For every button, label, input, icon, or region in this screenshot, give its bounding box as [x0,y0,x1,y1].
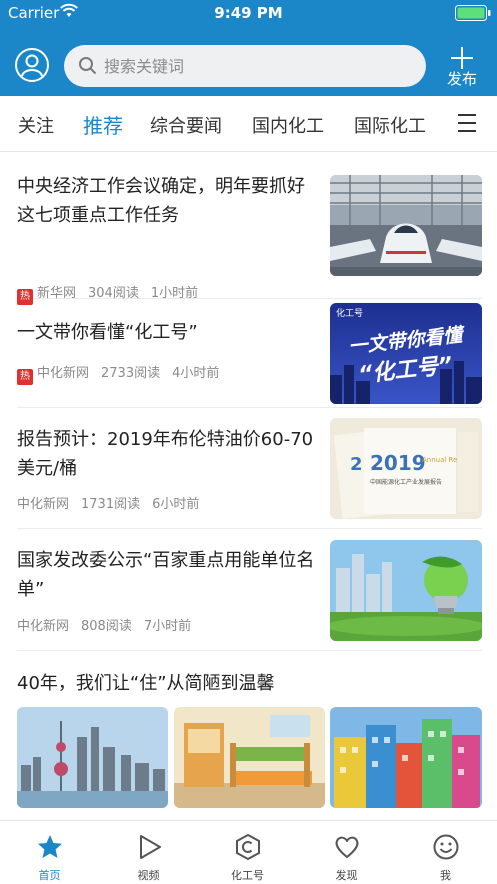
tabbar-label: 发现 [335,869,358,882]
city-skyline-image [17,707,168,808]
news-thumbnail[interactable] [330,540,482,641]
play-icon [140,835,161,859]
tabbar-discover[interactable]: 发现 [297,821,396,884]
tabbar-label: 化工号 [231,869,264,882]
clock: 9:49 PM [214,4,283,22]
svg-text:2: 2 [350,454,363,475]
heart-icon [335,836,359,858]
tabbar-label: 我 [440,869,451,882]
list-item[interactable]: 一文带你看懂“化工号” 热中化新网 2733阅读 4小时前 化工号 一文带你看懂 “… [17,300,482,408]
app-header: Carrier 9:49 PM 发布 [0,0,497,96]
tabbar-chem-account[interactable]: 化工号 [198,821,297,884]
thumb-report-cn: 中国能源化工产业发展报告 [370,478,442,486]
news-feed: 中央经济工作会议确定，明年要抓好这七项重点工作任务 热 新华网 304阅读 1小时前 [0,152,497,820]
publish-button[interactable]: 发布 [438,44,486,92]
news-time: 6小时前 [152,497,200,512]
smile-icon [433,834,459,860]
news-title[interactable]: 一文带你看懂“化工号” [17,318,317,347]
publish-label: 发布 [446,70,477,88]
bottom-tab-bar: 首页 视频 化工号 发现 我 [0,820,497,883]
news-thumbnail[interactable] [330,707,482,808]
list-item[interactable]: 报告预计：2019年布伦特油价60-70美元/桶 中化新网 1731阅读 6小时前 … [17,408,482,529]
search-input[interactable] [104,45,404,87]
star-icon [38,835,62,858]
news-source: 中化新网 [37,366,90,381]
colorful-buildings-image [330,707,482,808]
list-item[interactable]: 国家发改委公示“百家重点用能单位名单” 中化新网 808阅读 7小时前 [17,529,482,651]
news-title[interactable]: 中央经济工作会议确定，明年要抓好这七项重点工作任务 [17,172,317,230]
search-bar[interactable] [64,45,426,87]
thumb-label: 化工号 [336,307,363,319]
news-reads: 1731阅读 [81,497,141,512]
tab-headlines[interactable]: 综合要闻 [150,112,222,138]
thumb-year: 2019 [370,451,426,475]
news-reads: 808阅读 [81,619,132,634]
list-item[interactable]: 中央经济工作会议确定，明年要抓好这七项重点工作任务 热新华网 304阅读 1小时前 [17,172,482,305]
tabs-menu-icon[interactable] [458,114,476,132]
news-meta: 中化新网 808阅读 7小时前 [17,615,191,634]
news-title[interactable]: 40年，我们让“住”从简陋到温馨 [17,669,482,698]
news-thumbnail[interactable]: 化工号 一文带你看懂 “化工号” [330,303,482,404]
news-thumbnail[interactable] [174,707,325,808]
green-energy-image [330,540,482,641]
chemical-account-banner-image: 化工号 一文带你看懂 “化工号” [330,303,482,404]
news-source: 新华网 [37,286,77,301]
news-meta: 中化新网 1731阅读 6小时前 [17,493,199,512]
battery-icon [455,5,491,21]
tab-follow[interactable]: 关注 [18,112,54,138]
news-title[interactable]: 报告预计：2019年布伦特油价60-70美元/桶 [17,425,317,483]
status-bar: Carrier 9:49 PM [0,0,497,26]
news-reads: 2733阅读 [101,366,161,381]
kids-bedroom-image [174,707,325,808]
tabbar-home[interactable]: 首页 [0,821,99,884]
tabbar-me[interactable]: 我 [396,821,495,884]
news-thumbnail[interactable] [17,707,168,808]
news-meta: 热中化新网 2733阅读 4小时前 [17,362,219,385]
tab-recommend[interactable]: 推荐 [83,110,123,139]
news-thumbnail[interactable]: 2 2019 Annual Report 中国能源化工产业发展报告 [330,418,482,519]
news-source: 中化新网 [17,497,70,512]
news-time: 7小时前 [143,619,192,634]
tabbar-video[interactable]: 视频 [99,821,198,884]
annual-report-image: 2 2019 Annual Report 中国能源化工产业发展报告 [330,418,482,519]
news-thumbnail[interactable] [330,175,482,276]
profile-avatar-button[interactable] [15,48,49,82]
hot-badge: 热 [17,369,33,385]
news-reads: 304阅读 [88,286,139,301]
search-icon [79,57,97,75]
plus-icon [451,47,473,69]
tabbar-label: 视频 [137,869,160,882]
news-time: 1小时前 [150,286,199,301]
tab-intl-chem[interactable]: 国际化工 [354,112,426,138]
list-item[interactable]: 40年，我们让“住”从简陋到温馨 [17,652,482,820]
category-tabs: 关注 推荐 综合要闻 国内化工 国际化工 [0,96,497,152]
tabbar-label: 首页 [38,869,61,882]
news-time: 4小时前 [172,366,220,381]
user-icon [21,54,43,77]
news-source: 中化新网 [17,619,70,634]
train-station-image [330,175,482,276]
news-title[interactable]: 国家发改委公示“百家重点用能单位名单” [17,546,317,604]
tab-domestic-chem[interactable]: 国内化工 [252,112,324,138]
hexagon-icon [236,833,260,861]
